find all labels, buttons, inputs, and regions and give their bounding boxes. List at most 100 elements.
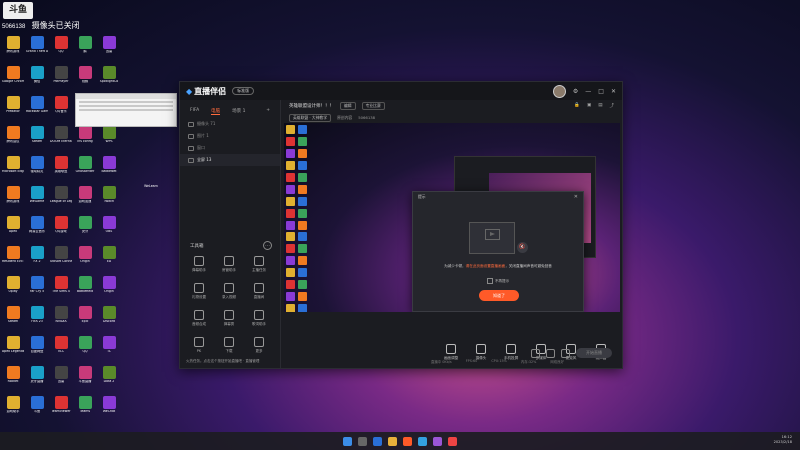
desktop-icon[interactable]: Microsoft Edge [2, 156, 24, 174]
desktop-icon[interactable]: SpotlightCo [98, 66, 120, 84]
desktop-icon[interactable]: Far Cry 5 [26, 276, 48, 294]
app-titlebar[interactable]: ◆ 直播伴侣 标准版 ⚙ — □ ✕ [180, 82, 622, 100]
settings-icon[interactable]: ⚙ [573, 88, 578, 95]
desktop-icon[interactable]: QQ [74, 336, 96, 354]
app-taskbar-icon[interactable] [403, 436, 412, 446]
desktop-icon[interactable]: 鹅 [74, 36, 96, 54]
desktop-icon[interactable]: ins config [74, 126, 96, 144]
toolbox-item[interactable]: 弹幕助手 [184, 256, 214, 273]
scene-item[interactable]: 窗口 [180, 142, 280, 154]
toolbox-item[interactable]: 房管助手 [214, 256, 244, 273]
desktop-icon[interactable]: Origin [74, 246, 96, 264]
desktop-icon[interactable]: VLC [50, 336, 72, 354]
browser-titlebar[interactable] [76, 94, 176, 99]
desktop-icon[interactable]: Dota 2 [98, 366, 120, 384]
desktop-icon[interactable]: 微信 [26, 66, 48, 84]
eye-icon[interactable] [188, 121, 194, 127]
desktop-icon[interactable]: DOOM Eternal [50, 126, 72, 144]
desktop-icon[interactable]: Discord [98, 306, 120, 324]
desktop-icon[interactable]: 迅雷 [50, 366, 72, 384]
ok-button[interactable]: 知道了 [479, 290, 519, 301]
toolbox-item[interactable]: 歌词助手 [244, 310, 274, 327]
desktop-icon[interactable]: OBS [98, 216, 120, 234]
start-live-button[interactable]: 开始直播 [576, 348, 612, 358]
maximize-icon[interactable]: □ [598, 88, 604, 95]
add-scene-icon[interactable]: + [266, 108, 270, 115]
desktop-icon[interactable]: Resident Evil 5 [2, 246, 24, 264]
scene-item[interactable]: 摄像头 71 [180, 118, 280, 130]
desktop-icon[interactable]: PotPlayer [50, 66, 72, 84]
desktop-icon[interactable]: 游戏助手 [2, 396, 24, 414]
desktop-icon[interactable]: Uplay [2, 276, 24, 294]
settings-icon[interactable] [561, 348, 570, 358]
category-tag[interactable]: 专业比赛 [361, 102, 385, 110]
toolbox-more-icon[interactable]: … [263, 241, 272, 250]
desktop-icon-welearn[interactable]: WeLearn [140, 183, 162, 189]
desktop-icon[interactable]: 虎牙直播 [26, 366, 48, 384]
scene-item[interactable]: 全屏 13 [180, 154, 280, 166]
desktop-icon[interactable]: 腾讯游戏 [2, 186, 24, 204]
edit-title-button[interactable]: 编辑 [340, 102, 356, 110]
eye-icon[interactable] [188, 133, 194, 139]
desktop-icon[interactable]: Rocket [2, 366, 24, 384]
desktop-icon[interactable]: 腾讯游戏 [2, 36, 24, 54]
app-taskbar-icon[interactable] [433, 436, 442, 446]
toolbox-item[interactable]: 更多 [244, 337, 274, 354]
eye-icon[interactable] [188, 157, 194, 163]
close-icon[interactable]: ✕ [611, 88, 616, 95]
desktop-icon[interactable]: Ubisoft Connect [50, 246, 72, 264]
desktop-icon[interactable]: Predator [2, 96, 24, 114]
toolbox-item[interactable]: 弹幕秀 [214, 310, 244, 327]
meta-category[interactable]: 英雄联盟 · 大神教学 [289, 113, 331, 122]
stream-preview[interactable]: 提示 ✕ 🔇 为减少卡顿，请在此页面设置直播画面，关闭直播间声音可避免回音 不再… [284, 123, 620, 312]
desktop-icon[interactable]: 斗鱼 [26, 396, 48, 414]
desktop-icon[interactable]: 视频 [74, 66, 96, 84]
toolbox-item[interactable]: 下载 [214, 337, 244, 354]
edge-icon[interactable] [373, 436, 382, 446]
system-tray[interactable]: 16:12 2023/2/18 [774, 435, 792, 445]
desktop-icon[interactable]: TL [98, 336, 120, 354]
desktop-icon[interactable]: Battlefield [74, 276, 96, 294]
toolbox-item[interactable]: 礼物设置 [184, 283, 214, 300]
tab-scene-1[interactable]: 场景 1 [232, 108, 245, 115]
desktop-icon[interactable]: 网易云音乐 [26, 216, 48, 234]
checkbox[interactable] [486, 278, 493, 284]
eye-icon[interactable] [188, 145, 194, 151]
desktop-icon[interactable]: FX 2 [26, 246, 48, 264]
layout-icon[interactable]: ▤ [598, 103, 602, 109]
desktop-icon[interactable]: Steam [2, 306, 24, 324]
desktop-icon[interactable]: The Sims 4 [50, 276, 72, 294]
share-icon[interactable]: ⤴ [610, 103, 615, 109]
user-avatar[interactable] [552, 84, 566, 98]
tab-computer[interactable]: 电脑 [211, 108, 221, 115]
desktop-icon[interactable]: Apex [2, 216, 24, 234]
background-browser-window[interactable] [75, 93, 177, 127]
folder-icon[interactable] [388, 436, 397, 446]
record-icon[interactable] [531, 348, 540, 358]
desktop-icon[interactable]: WeChat [98, 396, 120, 414]
toolbox-item[interactable]: PK [184, 337, 214, 354]
desktop-icon[interactable]: Google Chrome [2, 66, 24, 84]
toolbox-item[interactable]: 主播任务 [244, 256, 274, 273]
search-icon[interactable] [358, 436, 367, 446]
desktop-icon[interactable]: 迅雷 [98, 36, 120, 54]
version-badge[interactable]: 标准版 [232, 87, 255, 95]
desktop-icon[interactable]: Grand Theft Auto V [26, 36, 48, 54]
toolbox-item[interactable]: 直播间 [244, 283, 274, 300]
desktop-icon[interactable]: QQ [50, 36, 72, 54]
desktop-icon[interactable]: Rockstar Games [26, 96, 48, 114]
desktop-icon[interactable]: Epic [74, 306, 96, 324]
scene-item[interactable]: 图片 1 [180, 130, 280, 142]
desktop-icon[interactable]: 腾讯会议 [2, 126, 24, 144]
desktop-icon[interactable]: 百度网盘 [26, 336, 48, 354]
toolbox-item[interactable]: 录入视频 [214, 283, 244, 300]
live-title[interactable]: 英雄联盟设计师！！！ [289, 103, 334, 109]
desktop-icon[interactable]: Twitch [98, 186, 120, 204]
desktop-icon[interactable]: WPS [98, 126, 120, 144]
desktop-icon[interactable]: 英雄联盟 [50, 156, 72, 174]
start-icon[interactable] [343, 436, 352, 446]
desktop-icon[interactable]: 斗鱼直播 [74, 366, 96, 384]
app-taskbar-icon[interactable] [448, 436, 457, 446]
desktop-icon[interactable]: Steam [26, 126, 48, 144]
desktop-icon[interactable]: Origin [98, 276, 120, 294]
